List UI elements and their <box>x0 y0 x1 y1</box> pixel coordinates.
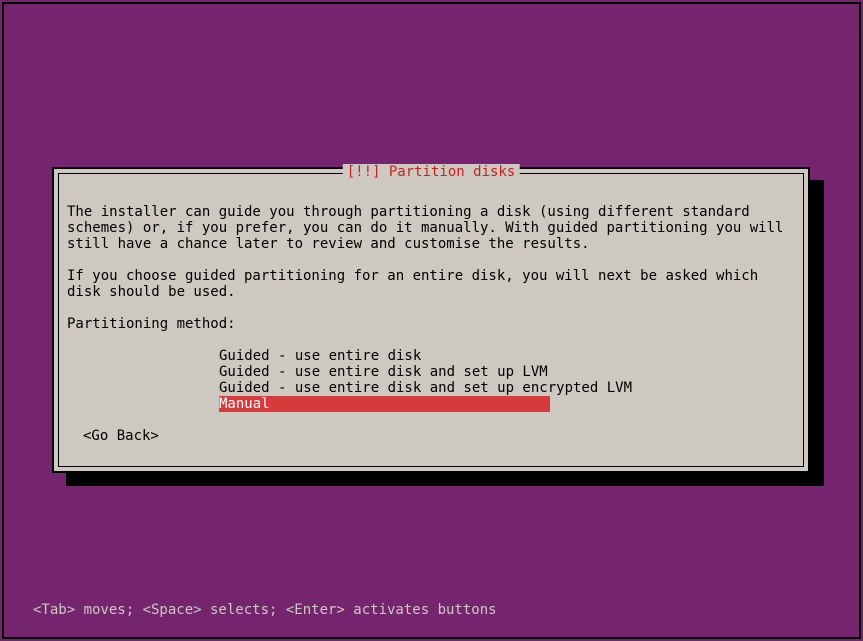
option-guided-encrypted-lvm[interactable]: Guided - use entire disk and set up encr… <box>219 380 795 396</box>
options-list: Guided - use entire disk Guided - use en… <box>219 348 795 412</box>
option-guided-entire-disk[interactable]: Guided - use entire disk <box>219 348 795 364</box>
partitioning-method-prompt: Partitioning method: <box>67 316 795 332</box>
intro-paragraph-1: The installer can guide you through part… <box>67 204 795 252</box>
partition-dialog: [!!] Partition disks The installer can g… <box>52 167 810 473</box>
dialog-inner: [!!] Partition disks The installer can g… <box>58 173 804 467</box>
go-back-button[interactable]: <Go Back> <box>83 428 159 444</box>
intro-paragraph-2: If you choose guided partitioning for an… <box>67 268 795 300</box>
dialog-title: [!!] Partition disks <box>343 164 520 180</box>
footer-hint: <Tab> moves; <Space> selects; <Enter> ac… <box>33 602 497 618</box>
option-manual[interactable]: Manual <box>219 396 550 412</box>
option-guided-lvm[interactable]: Guided - use entire disk and set up LVM <box>219 364 795 380</box>
